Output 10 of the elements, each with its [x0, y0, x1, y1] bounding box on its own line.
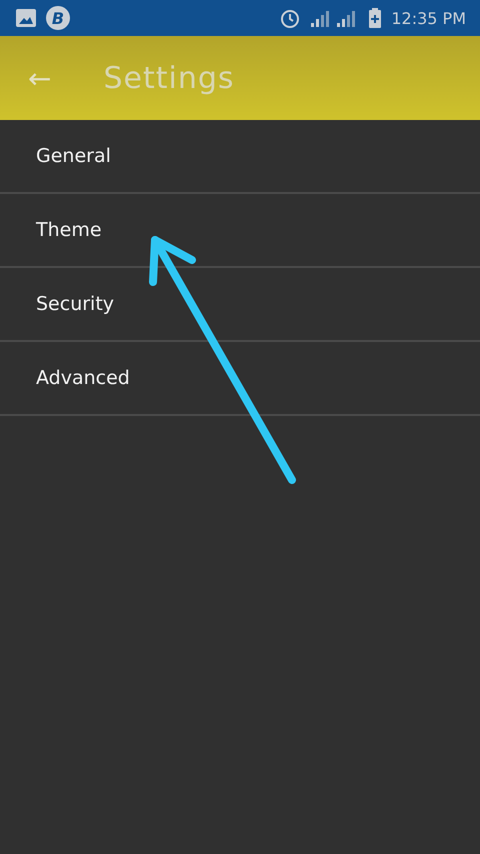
screen-title: Settings — [103, 60, 235, 96]
settings-item[interactable]: Advanced — [0, 342, 480, 416]
alarm-icon — [279, 7, 302, 29]
settings-item[interactable]: Theme — [0, 194, 480, 268]
settings-item[interactable]: General — [0, 120, 480, 194]
status-time: 12:35 PM — [391, 8, 466, 28]
battery-icon — [369, 8, 382, 28]
image-icon — [16, 9, 36, 27]
settings-item[interactable]: Security — [0, 268, 480, 342]
app-badge-icon: B — [46, 6, 70, 30]
